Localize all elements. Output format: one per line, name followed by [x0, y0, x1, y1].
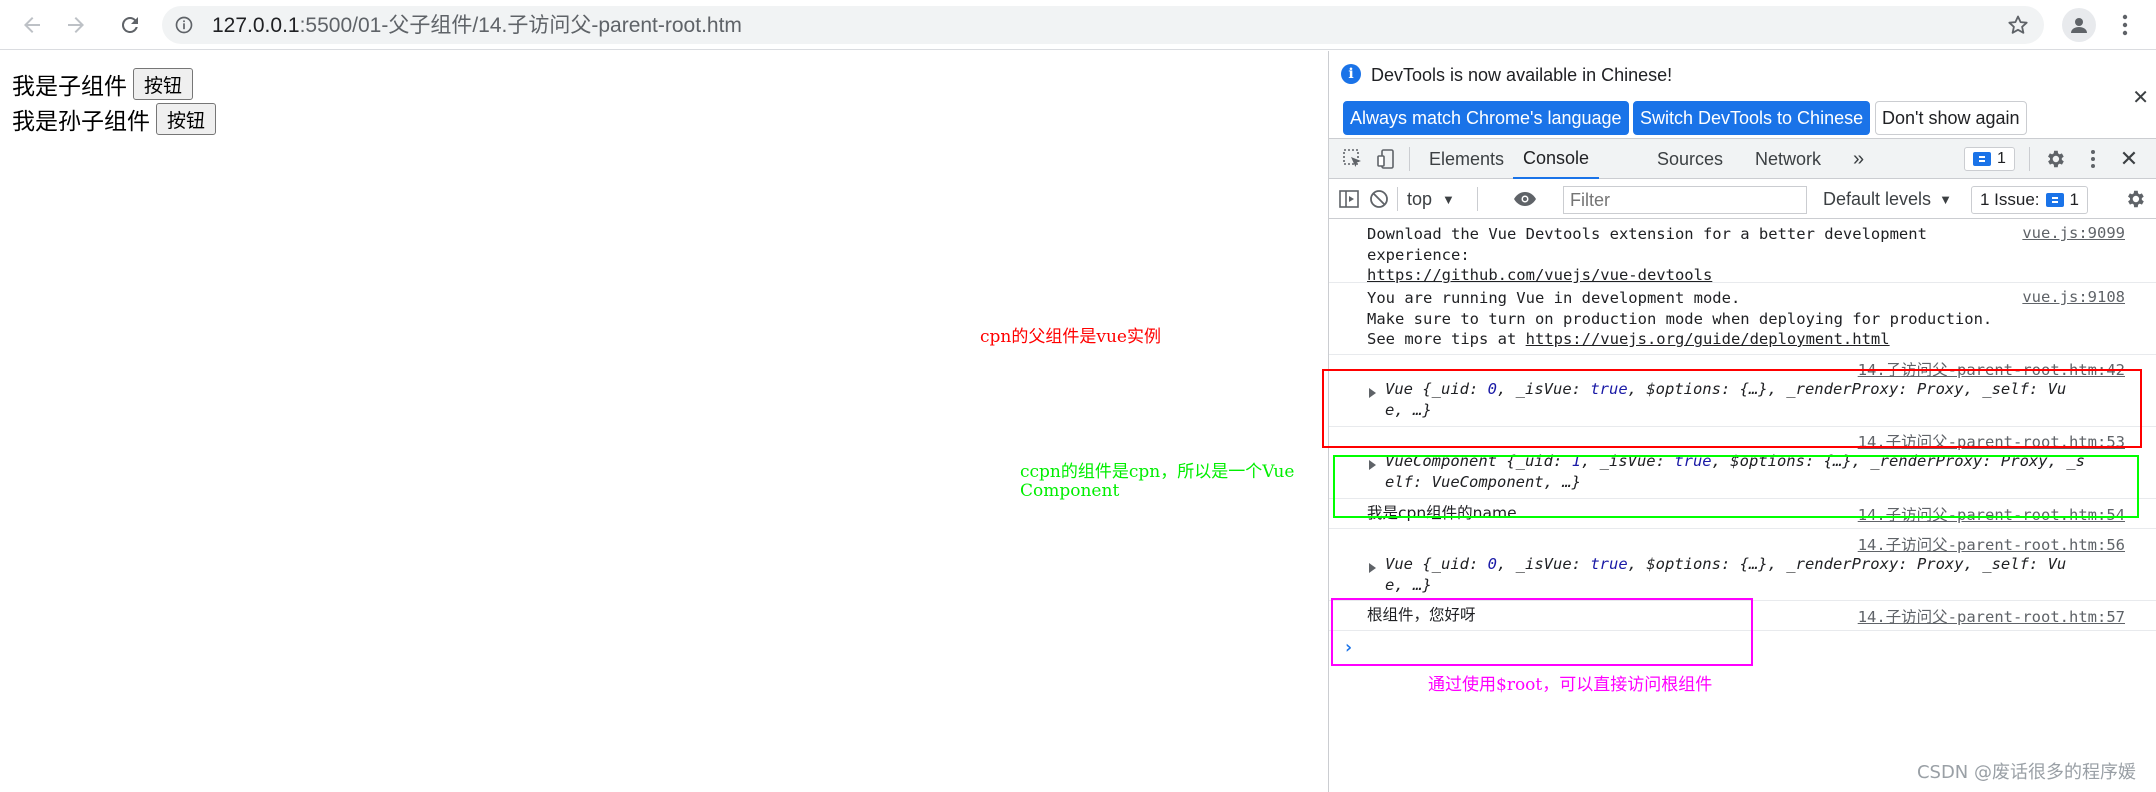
- annotation-red: cpn的父组件是vue实例: [980, 327, 1161, 347]
- child-component-text: 我是子组件: [12, 74, 127, 100]
- grandchild-component-text: 我是孙子组件: [12, 109, 150, 135]
- annotation-green: ccpn的组件是cpn，所以是一个Vue Component: [1020, 462, 1295, 501]
- reload-button[interactable]: [112, 7, 148, 43]
- toolbar-divider: [1397, 187, 1398, 211]
- context-selector[interactable]: top ▼: [1407, 179, 1455, 219]
- source-link[interactable]: vue.js:9099: [2022, 224, 2125, 242]
- annotation-magenta: 通过使用$root，可以直接访问根组件: [1428, 675, 1713, 695]
- message-text: You are running Vue in development mode.…: [1367, 289, 1993, 348]
- reload-icon: [121, 16, 138, 33]
- highlight-box-magenta: [1331, 598, 1753, 666]
- message-icon: [1973, 152, 1991, 166]
- infobar-message: DevTools is now available in Chinese!: [1371, 65, 1673, 85]
- source-link[interactable]: vue.js:9108: [2022, 288, 2125, 306]
- grandchild-component: 我是孙子组件 按钮: [12, 102, 217, 136]
- forward-button[interactable]: [58, 7, 94, 43]
- arrow-right-icon: [68, 17, 84, 33]
- tab-elements[interactable]: Elements: [1429, 139, 1504, 179]
- site-info-icon[interactable]: [174, 15, 194, 35]
- inspect-element-icon[interactable]: [1341, 147, 1365, 171]
- console-message: vue.js:9108 You are running Vue in devel…: [1329, 283, 2156, 355]
- url-text: 127.0.0.1:5500/01-父子组件/14.子访问父-parent-ro…: [212, 14, 742, 37]
- dropdown-arrow-icon: ▼: [1939, 191, 1952, 207]
- toolbar-divider: [1409, 147, 1410, 171]
- show-sidebar-icon[interactable]: [1337, 187, 1361, 211]
- expand-triangle-icon[interactable]: [1369, 563, 1376, 573]
- message-text: Download the Vue Devtools extension for …: [1367, 225, 1927, 284]
- browser-menu-button[interactable]: [2110, 8, 2140, 42]
- console-message: vue.js:9099 Download the Vue Devtools ex…: [1329, 219, 2156, 284]
- always-match-language-button[interactable]: Always match Chrome's language: [1343, 101, 1629, 135]
- toolbar-divider: [2029, 147, 2030, 171]
- tab-console[interactable]: Console: [1513, 139, 1600, 179]
- grandchild-button[interactable]: 按钮: [156, 103, 217, 135]
- profile-avatar-button[interactable]: [2062, 8, 2096, 42]
- vue-devtools-link[interactable]: https://github.com/vuejs/vue-devtools: [1367, 266, 1712, 284]
- tab-sources[interactable]: Sources: [1657, 139, 1723, 179]
- messages-badge[interactable]: 1: [1964, 147, 2015, 171]
- tab-network[interactable]: Network: [1755, 139, 1821, 179]
- devtools-menu-icon[interactable]: [2081, 147, 2105, 171]
- back-button[interactable]: [14, 7, 50, 43]
- source-link[interactable]: 14.子访问父-parent-root.htm:56: [1858, 533, 2125, 555]
- infobar-close-icon[interactable]: ✕: [2132, 85, 2149, 110]
- info-icon: i: [1341, 64, 1361, 84]
- clear-console-icon[interactable]: [1367, 187, 1391, 211]
- devtools-tabbar: Elements Console Sources Network » 1 ✕: [1329, 139, 2156, 179]
- console-filter-input[interactable]: [1563, 186, 1807, 214]
- watermark: CSDN @废话很多的程序媛: [1916, 762, 2136, 783]
- live-expression-eye-icon[interactable]: [1513, 187, 1537, 211]
- highlight-box-red: [1322, 369, 2142, 448]
- issue-message-icon: [2045, 193, 2064, 207]
- source-link[interactable]: 14.子访问父-parent-root.htm:57: [1858, 605, 2125, 627]
- close-devtools-icon[interactable]: ✕: [2117, 146, 2141, 171]
- switch-to-chinese-button[interactable]: Switch DevTools to Chinese: [1633, 101, 1871, 135]
- page-viewport: 我是子组件 按钮 我是孙子组件 按钮: [0, 51, 1328, 792]
- console-object-entry[interactable]: 14.子访问父-parent-root.htm:56 Vue {_uid: 0,…: [1329, 529, 2156, 601]
- issues-badge[interactable]: 1 Issue: 1: [1971, 186, 2089, 214]
- more-tabs-chevron-icon[interactable]: »: [1853, 139, 1864, 179]
- highlight-box-green: [1333, 455, 2139, 518]
- child-component: 我是子组件 按钮: [12, 67, 194, 101]
- browser-toolbar: 127.0.0.1:5500/01-父子组件/14.子访问父-parent-ro…: [0, 0, 2156, 50]
- address-bar[interactable]: 127.0.0.1:5500/01-父子组件/14.子访问父-parent-ro…: [162, 6, 2044, 44]
- deployment-guide-link[interactable]: https://vuejs.org/guide/deployment.html: [1526, 330, 1890, 348]
- console-settings-gear-icon[interactable]: [2123, 187, 2147, 211]
- dont-show-again-button[interactable]: Don't show again: [1875, 101, 2027, 135]
- person-icon: [2071, 18, 2087, 33]
- toolbar-divider: [1477, 187, 1478, 211]
- kebab-menu-icon: [2122, 14, 2128, 36]
- settings-gear-icon[interactable]: [2043, 147, 2067, 171]
- child-button[interactable]: 按钮: [133, 68, 194, 100]
- console-toolbar: top ▼ Default levels ▼ 1 Issue: 1: [1329, 179, 2156, 219]
- language-infobar: i DevTools is now available in Chinese! …: [1329, 51, 2156, 139]
- dropdown-arrow-icon: ▼: [1442, 191, 1455, 207]
- device-toolbar-icon[interactable]: [1375, 147, 1399, 171]
- bookmark-star-icon[interactable]: [2006, 13, 2030, 37]
- arrow-left-icon: [24, 17, 40, 33]
- log-levels-dropdown[interactable]: Default levels ▼: [1823, 179, 1952, 219]
- object-preview: Vue {_uid: 0, _isVue: true, $options: {……: [1385, 555, 2067, 594]
